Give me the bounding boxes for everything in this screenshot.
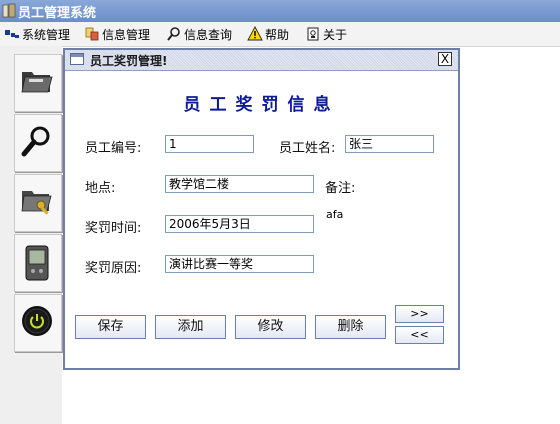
- keys-folder-icon: [21, 191, 52, 215]
- menu-info-label: 信息管理: [102, 27, 151, 42]
- delete-button[interactable]: 删除: [315, 315, 386, 339]
- next-record-button[interactable]: >>: [395, 305, 444, 323]
- toolbar-folder-button[interactable]: [14, 54, 62, 112]
- remarks-textarea[interactable]: afa: [324, 206, 454, 276]
- menu-help-label: 帮助: [265, 27, 290, 42]
- add-button[interactable]: 添加: [155, 315, 226, 339]
- reason-label: 奖罚原因:: [85, 261, 142, 276]
- time-label: 奖罚时间:: [85, 221, 142, 236]
- menu-help[interactable]: 帮助: [247, 25, 289, 43]
- power-icon: [22, 306, 52, 336]
- reason-field[interactable]: 演讲比赛一等奖: [165, 255, 314, 273]
- menu-info[interactable]: 信息管理: [84, 25, 150, 43]
- handheld-icon: [25, 245, 49, 281]
- emp-no-field[interactable]: 1: [165, 135, 254, 153]
- emp-no-label: 员工编号:: [85, 141, 142, 156]
- magnifier-icon: [21, 126, 50, 157]
- window-icon: [70, 53, 84, 65]
- place-label: 地点:: [85, 181, 116, 196]
- warning-icon: [247, 26, 263, 42]
- window-titlebar: 员工奖罚管理! X: [65, 50, 458, 71]
- info-icon: [84, 26, 100, 42]
- prev-record-button[interactable]: <<: [395, 326, 444, 344]
- about-icon: [305, 26, 321, 42]
- left-toolbar: [0, 46, 62, 424]
- emp-name-label: 员工姓名:: [279, 141, 336, 156]
- reward-punish-window: 员工奖罚管理! X 员工奖罚信息 员工编号: 1 员工姓名: 张三 地点: 教学…: [63, 48, 460, 370]
- menu-system-label: 系统管理: [22, 27, 71, 42]
- menu-about-label: 关于: [323, 27, 348, 42]
- app-titlebar: 员工管理系统: [0, 0, 560, 22]
- folder-icon: [21, 72, 53, 93]
- time-field[interactable]: 2006年5月3日: [165, 215, 314, 233]
- window-title: 员工奖罚管理!: [90, 54, 168, 68]
- menu-system[interactable]: 系统管理: [4, 25, 70, 43]
- emp-name-field[interactable]: 张三: [345, 135, 434, 153]
- toolbar-device-button[interactable]: [14, 234, 62, 292]
- toolbar-power-button[interactable]: [14, 294, 62, 352]
- window-content: 员工奖罚信息 员工编号: 1 员工姓名: 张三 地点: 教学馆二楼 备注: 奖罚…: [65, 71, 458, 368]
- save-button[interactable]: 保存: [75, 315, 146, 339]
- place-field[interactable]: 教学馆二楼: [165, 175, 314, 193]
- menu-query[interactable]: 信息查询: [166, 25, 232, 43]
- app-title: 员工管理系统: [18, 6, 97, 21]
- toolbar-search-button[interactable]: [14, 114, 62, 172]
- close-button[interactable]: X: [438, 52, 452, 66]
- menu-bar: 系统管理 信息管理 信息查询 帮助 关于: [0, 22, 560, 47]
- menu-query-label: 信息查询: [184, 27, 233, 42]
- toolbar-keys-button[interactable]: [14, 174, 62, 232]
- form-heading: 员工奖罚信息: [183, 95, 340, 115]
- app-icon: [2, 3, 16, 18]
- search-icon: [166, 26, 182, 42]
- system-icon: [4, 26, 20, 42]
- edit-button[interactable]: 修改: [235, 315, 306, 339]
- remarks-label: 备注:: [325, 181, 356, 196]
- menu-about[interactable]: 关于: [305, 25, 347, 43]
